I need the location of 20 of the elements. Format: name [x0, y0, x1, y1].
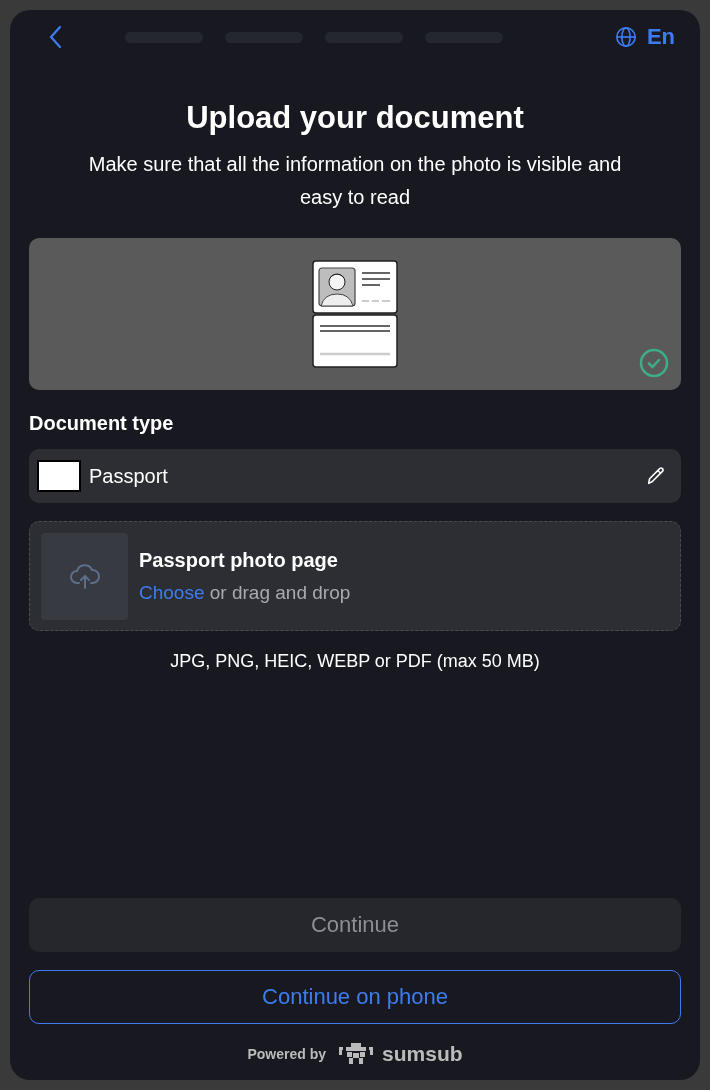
upload-title: Passport photo page — [139, 548, 339, 572]
powered-by-text: Powered by — [247, 1046, 327, 1062]
upload-hint: or drag and drop — [209, 581, 351, 603]
page-title: Upload your document — [185, 100, 525, 136]
brand-name: sumsub — [382, 1042, 463, 1066]
choose-link[interactable]: Choose — [139, 581, 205, 603]
cloud-upload-icon — [68, 561, 101, 591]
pencil-icon[interactable] — [645, 465, 667, 487]
language-button[interactable]: En — [614, 24, 675, 50]
upload-area[interactable]: Passport photo page Choose or drag and drop — [29, 521, 681, 631]
document-type-field[interactable]: Passport — [29, 449, 681, 503]
back-icon[interactable] — [49, 25, 63, 49]
logo-icon — [338, 1042, 375, 1066]
globe-icon — [614, 26, 637, 48]
subtitle: Make sure that all the information on the photo is visible and easy to read — [87, 152, 623, 210]
format-note: JPG, PNG, HEIC, WEBP or PDF (max 50 MB) — [169, 651, 541, 672]
field-label: Document type — [29, 412, 175, 435]
flag-icon — [37, 460, 81, 492]
continue-on-phone-button[interactable]: Continue on phone — [29, 970, 681, 1024]
field-value: Passport — [89, 464, 169, 488]
